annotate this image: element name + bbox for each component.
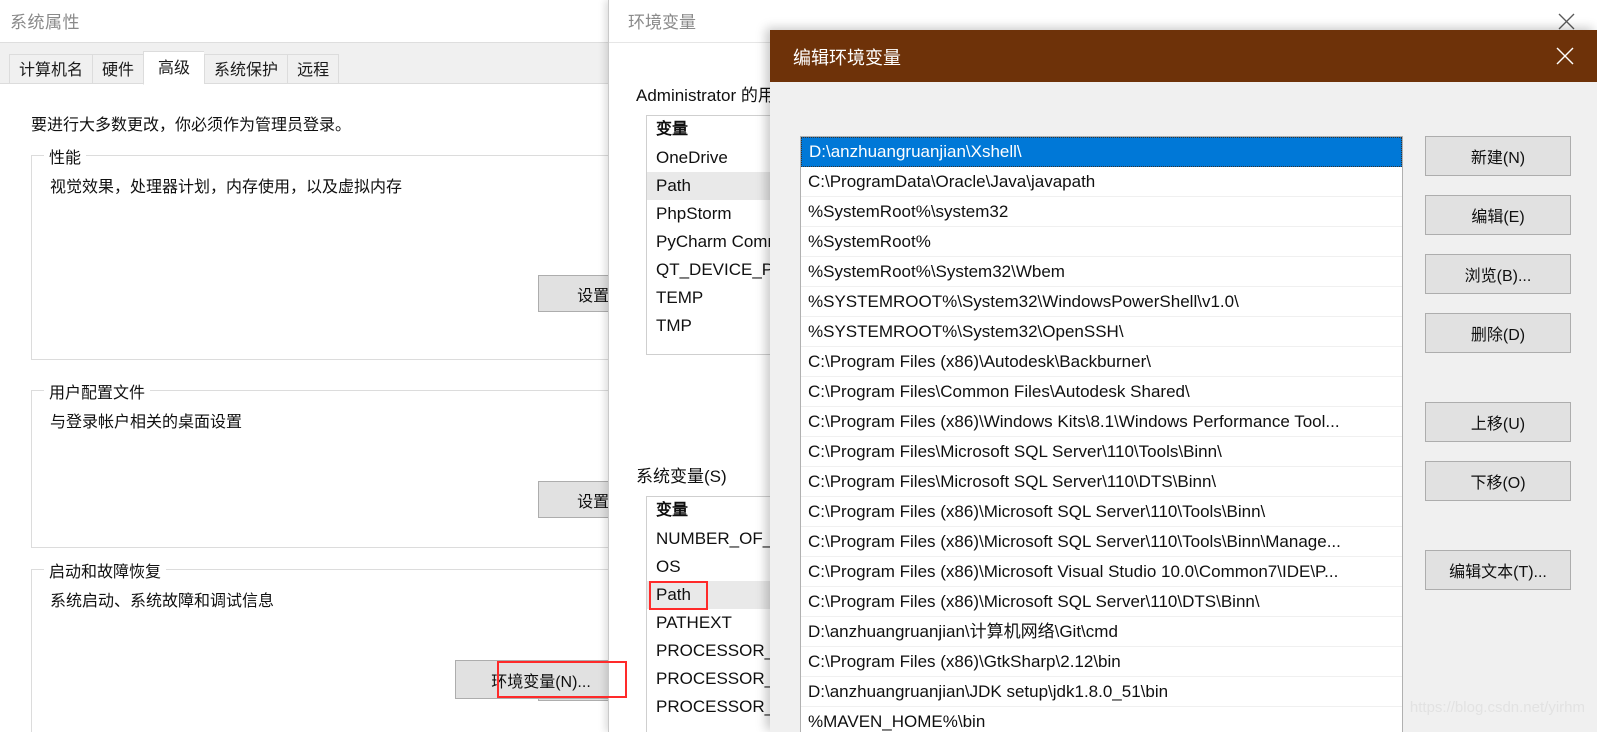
tab-hardware[interactable]: 硬件 xyxy=(92,54,144,85)
edit-environment-variable-title: 编辑环境变量 xyxy=(793,48,901,68)
new-button[interactable]: 新建(N) xyxy=(1425,136,1571,176)
path-entry[interactable]: C:\Program Files (x86)\Autodesk\Backburn… xyxy=(801,347,1402,377)
system-properties-window: 系统属性 计算机名 硬件 高级 系统保护 远程 要进行大多数更改，你必须作为管理… xyxy=(0,0,791,732)
group-user-profiles-legend: 用户配置文件 xyxy=(44,379,151,403)
path-entry[interactable]: C:\Program Files (x86)\Microsoft SQL Ser… xyxy=(801,497,1402,527)
edit-button[interactable]: 编辑(E) xyxy=(1425,195,1571,235)
system-properties-titlebar: 系统属性 xyxy=(0,0,616,42)
path-entry[interactable]: %SystemRoot%\System32\Wbem xyxy=(801,257,1402,287)
edit-environment-variable-window: 编辑环境变量 D:\anzhuangruanjian\Xshell\ C:\Pr… xyxy=(770,30,1597,732)
edit-environment-variable-titlebar: 编辑环境变量 xyxy=(770,30,1597,82)
move-up-button[interactable]: 上移(U) xyxy=(1425,402,1571,442)
tab-list: 计算机名 硬件 高级 系统保护 远程 xyxy=(9,51,340,85)
path-entry[interactable]: D:\anzhuangruanjian\计算机网络\Git\cmd xyxy=(801,617,1402,647)
path-entry[interactable]: D:\anzhuangruanjian\JDK setup\jdk1.8.0_5… xyxy=(801,677,1402,707)
environment-variables-title: 环境变量 xyxy=(628,13,696,32)
system-properties-body: 要进行大多数更改，你必须作为管理员登录。 性能 视觉效果，处理器计划，内存使用，… xyxy=(0,83,791,732)
group-startup-recovery-legend: 启动和故障恢复 xyxy=(44,558,167,582)
system-properties-tabstrip: 计算机名 硬件 高级 系统保护 远程 xyxy=(0,42,616,85)
browse-button[interactable]: 浏览(B)... xyxy=(1425,254,1571,294)
tab-computer-name[interactable]: 计算机名 xyxy=(9,54,93,85)
admin-note: 要进行大多数更改，你必须作为管理员登录。 xyxy=(31,117,352,134)
path-entry[interactable]: C:\Program Files (x86)\Microsoft SQL Ser… xyxy=(801,527,1402,557)
move-down-button[interactable]: 下移(O) xyxy=(1425,461,1571,501)
path-entry[interactable]: %SYSTEMROOT%\System32\WindowsPowerShell\… xyxy=(801,287,1402,317)
path-entry[interactable]: C:\Program Files (x86)\Microsoft Visual … xyxy=(801,557,1402,587)
path-entry[interactable]: %SystemRoot%\system32 xyxy=(801,197,1402,227)
path-entry[interactable]: C:\Program Files (x86)\Windows Kits\8.1\… xyxy=(801,407,1402,437)
environment-variables-button[interactable]: 环境变量(N)... xyxy=(455,660,627,699)
close-icon[interactable] xyxy=(1533,30,1597,82)
tab-advanced[interactable]: 高级 xyxy=(143,51,205,85)
path-entry[interactable]: %SystemRoot% xyxy=(801,227,1402,257)
group-user-profiles-desc: 与登录帐户相关的桌面设置 xyxy=(50,414,243,431)
tab-system-protection[interactable]: 系统保护 xyxy=(204,54,288,85)
system-properties-title: 系统属性 xyxy=(10,13,80,32)
delete-button[interactable]: 删除(D) xyxy=(1425,313,1571,353)
path-entry[interactable]: C:\Program Files\Microsoft SQL Server\11… xyxy=(801,437,1402,467)
edit-action-buttons: 新建(N) 编辑(E) 浏览(B)... 删除(D) 上移(U) 下移(O) 编… xyxy=(1425,136,1571,590)
edit-text-button[interactable]: 编辑文本(T)... xyxy=(1425,550,1571,590)
path-entry[interactable]: C:\ProgramData\Oracle\Java\javapath xyxy=(801,167,1402,197)
group-performance-legend: 性能 xyxy=(44,144,87,168)
path-entry[interactable]: C:\Program Files (x86)\Microsoft SQL Ser… xyxy=(801,587,1402,617)
path-entry[interactable]: C:\Program Files (x86)\GtkSharp\2.12\bin xyxy=(801,647,1402,677)
path-entries-listbox[interactable]: D:\anzhuangruanjian\Xshell\ C:\ProgramDa… xyxy=(800,136,1403,732)
system-variables-section-label: 系统变量(S) xyxy=(636,467,727,486)
path-entry[interactable]: C:\Program Files\Common Files\Autodesk S… xyxy=(801,377,1402,407)
path-entry[interactable]: %SYSTEMROOT%\System32\OpenSSH\ xyxy=(801,317,1402,347)
group-performance-desc: 视觉效果，处理器计划，内存使用，以及虚拟内存 xyxy=(50,179,403,196)
tab-remote[interactable]: 远程 xyxy=(287,54,340,85)
watermark: https://blog.csdn.net/yirhm xyxy=(1409,699,1585,716)
screen-root: 系统属性 计算机名 硬件 高级 系统保护 远程 要进行大多数更改，你必须作为管理… xyxy=(0,0,1597,732)
edit-environment-variable-body: D:\anzhuangruanjian\Xshell\ C:\ProgramDa… xyxy=(770,82,1597,732)
path-entry[interactable]: C:\Program Files\Microsoft SQL Server\11… xyxy=(801,467,1402,497)
group-startup-recovery-desc: 系统启动、系统故障和调试信息 xyxy=(50,593,275,610)
path-entry-selected[interactable]: D:\anzhuangruanjian\Xshell\ xyxy=(801,137,1402,167)
path-entry[interactable]: %MAVEN_HOME%\bin xyxy=(801,707,1402,732)
